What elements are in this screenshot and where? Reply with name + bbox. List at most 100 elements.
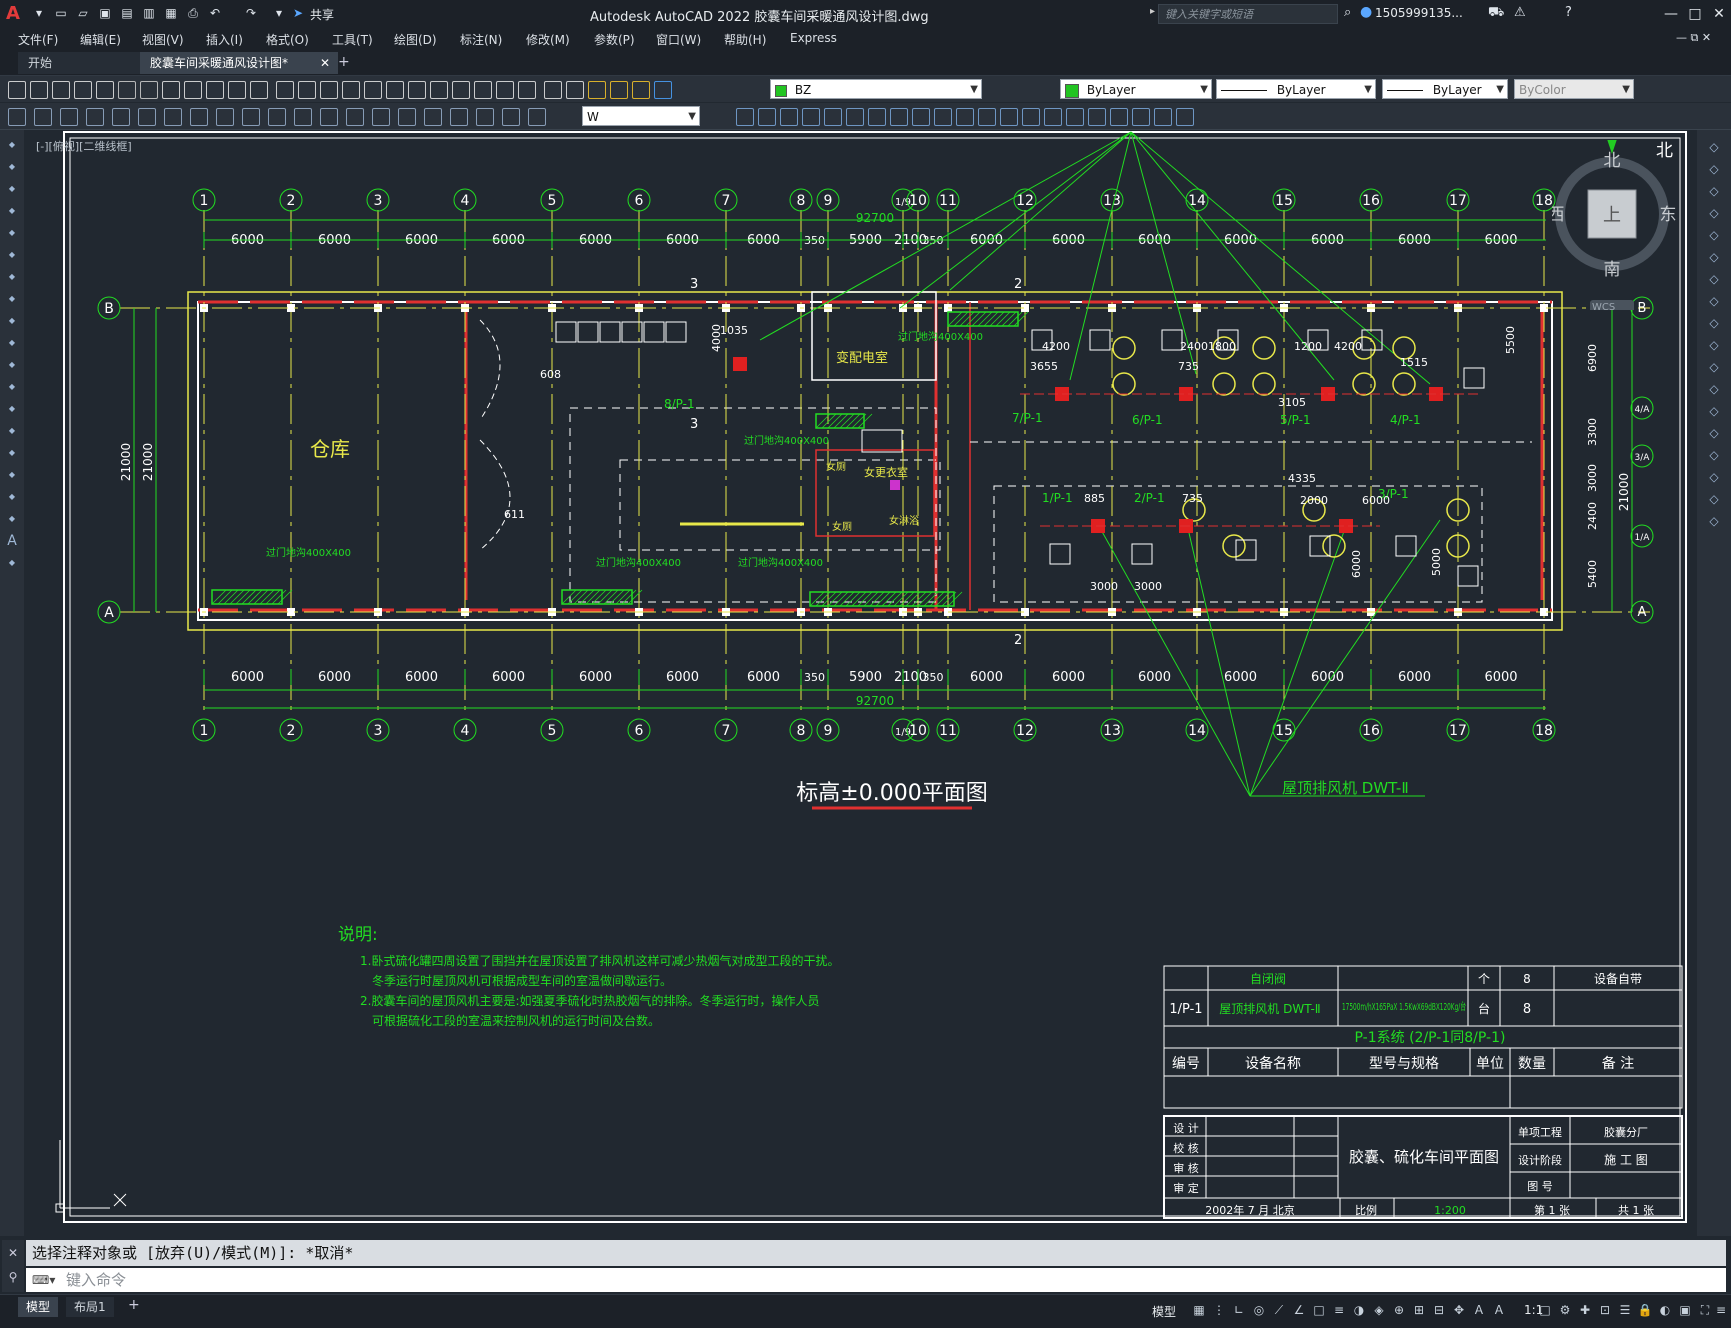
add-layout-icon[interactable]: + (128, 1297, 140, 1313)
rectangle-icon[interactable]: ◆ (5, 226, 19, 240)
maximize-icon[interactable]: □ (1684, 4, 1706, 24)
menu-window[interactable]: 窗口(W) (656, 31, 701, 48)
point-icon[interactable]: ◆ (5, 424, 19, 438)
open-web-icon[interactable]: ▥ (140, 5, 158, 21)
ellipse-arc-icon[interactable]: ◆ (5, 358, 19, 372)
array-icon[interactable]: ◇ (1707, 228, 1721, 242)
dim-quick-icon[interactable] (216, 108, 234, 126)
autodesk-app-icon[interactable]: ⚠ (1514, 5, 1526, 20)
polygon-icon[interactable]: ◆ (5, 204, 19, 218)
menu-draw[interactable]: 绘图(D) (394, 31, 437, 48)
cut-icon[interactable] (162, 81, 180, 99)
customize-qat-icon[interactable]: ▾ (270, 5, 288, 21)
modify-mirror-icon[interactable] (780, 108, 798, 126)
minimize-icon[interactable]: — (1660, 4, 1682, 24)
open-icon[interactable]: ▱ (74, 5, 92, 21)
layer-lock-icon[interactable] (632, 81, 650, 99)
copy-obj-icon[interactable]: ◇ (1707, 162, 1721, 176)
copy-icon[interactable] (184, 81, 202, 99)
modify-erase-icon[interactable] (736, 108, 754, 126)
pline-icon[interactable]: ◆ (5, 182, 19, 196)
dim-continue-icon[interactable] (268, 108, 286, 126)
spline-icon[interactable]: ◆ (5, 314, 19, 328)
linetype-dropdown[interactable]: ByLayer ▼ (1216, 79, 1376, 99)
region-icon[interactable]: ◆ (5, 490, 19, 504)
center-mark-icon[interactable] (372, 108, 390, 126)
modify-array-icon[interactable] (824, 108, 842, 126)
customize-command-icon[interactable]: ⚲ (2, 1270, 24, 1284)
isodraft-icon[interactable]: ⟋ (1270, 1301, 1288, 1319)
layer-color-icon[interactable] (654, 81, 672, 99)
open-icon[interactable] (30, 81, 48, 99)
auto-scale-icon[interactable]: Ａ (1490, 1301, 1508, 1319)
modify-move-icon[interactable] (846, 108, 864, 126)
gizmo-icon[interactable]: ✥ (1450, 1301, 1468, 1319)
jogged-linear-icon[interactable] (424, 108, 442, 126)
create-block-icon[interactable] (1110, 108, 1128, 126)
tab-start[interactable]: 开始 (18, 52, 148, 74)
close-tab-icon[interactable]: ✕ (320, 52, 330, 74)
publish-icon[interactable] (118, 81, 136, 99)
undo-icon[interactable] (276, 81, 294, 99)
command-input[interactable]: ⌨▾ 键入命令 (26, 1268, 1726, 1292)
viewport-controls[interactable]: [-][俯视][二维线框] (36, 138, 132, 154)
command-prompt-icon[interactable]: ⌨▾ (32, 1268, 55, 1292)
point-icon[interactable] (1132, 108, 1150, 126)
menu-insert[interactable]: 插入(I) (206, 31, 243, 48)
viewcube-east[interactable]: 东 (1660, 205, 1677, 225)
paste-icon[interactable] (206, 81, 224, 99)
color-dropdown[interactable]: ByLayer ▼ (1060, 79, 1212, 99)
lineweight-icon[interactable]: ≡ (1330, 1301, 1348, 1319)
table-icon[interactable]: ◆ (5, 512, 19, 526)
dim-angular-icon[interactable] (190, 108, 208, 126)
sheet-set-icon[interactable] (474, 81, 492, 99)
viewcube[interactable]: 北 南 东 西 上 (1548, 130, 1678, 314)
plot-icon[interactable]: ⎙ (184, 5, 202, 21)
design-center-icon[interactable] (430, 81, 448, 99)
doc-minimize-icon[interactable]: — ⧉ ✕ (1676, 31, 1711, 45)
tab-document[interactable]: 胶囊车间采暖通风设计图* ✕ (140, 52, 338, 74)
quick-properties-icon[interactable]: ☰ (1616, 1301, 1634, 1319)
dim-radius-icon[interactable] (112, 108, 130, 126)
dim-arc-icon[interactable] (60, 108, 78, 126)
make-block-icon[interactable]: ◆ (5, 402, 19, 416)
save-as-icon[interactable]: ▤ (118, 5, 136, 21)
customization-icon[interactable]: ≡ (1712, 1301, 1730, 1319)
isolate-icon[interactable]: ◐ (1656, 1301, 1674, 1319)
viewcube-north[interactable]: 北 (1604, 151, 1621, 171)
menu-modify[interactable]: 修改(M) (526, 31, 570, 48)
graphics-performance-icon[interactable]: ▣ (1676, 1301, 1694, 1319)
dim-aligned-icon[interactable] (34, 108, 52, 126)
trim-icon[interactable]: ◇ (1707, 338, 1721, 352)
line-icon[interactable]: ◆ (5, 138, 19, 152)
lineweight-dropdown[interactable]: ByLayer ▼ (1382, 79, 1508, 99)
redo-icon[interactable]: ↷ (242, 5, 260, 21)
rotate-icon[interactable]: ◇ (1707, 272, 1721, 286)
share-icon[interactable]: ➤ (288, 5, 308, 21)
break-icon[interactable]: ◇ (1707, 404, 1721, 418)
save-web-icon[interactable]: ▦ (162, 5, 180, 21)
tab-model[interactable]: 模型 (18, 1297, 59, 1317)
extend-icon[interactable]: ◇ (1707, 360, 1721, 374)
modify-break-icon[interactable] (978, 108, 996, 126)
annotation-visibility-icon[interactable]: Ａ (1470, 1301, 1488, 1319)
viewcube-west[interactable]: 西 (1548, 205, 1565, 225)
annotation-scale-icon[interactable]: □ (1536, 1301, 1554, 1319)
circle-icon[interactable]: ◆ (5, 270, 19, 284)
xline-icon[interactable]: ◆ (5, 160, 19, 174)
3d-osnap-icon[interactable]: ⊕ (1390, 1301, 1408, 1319)
dim-diameter-icon[interactable] (164, 108, 182, 126)
modify-copy-icon[interactable] (758, 108, 776, 126)
transparency-icon[interactable]: ◑ (1350, 1301, 1368, 1319)
zoom-previous-icon[interactable] (386, 81, 404, 99)
scale-icon[interactable]: ◇ (1707, 294, 1721, 308)
wcs-label[interactable]: WCS (1592, 302, 1615, 313)
viewcube-south[interactable]: 南 (1604, 260, 1621, 280)
zoom-realtime-icon[interactable] (342, 81, 360, 99)
drawing-canvas[interactable]: 1 2 3 4 5 6 7 8 9 1/9 10 11 12 13 14 15 16 17 18 123456789… (26, 130, 1694, 1236)
close-icon[interactable]: ✕ (1708, 4, 1730, 24)
tool-palettes-icon[interactable] (452, 81, 470, 99)
break-at-point-icon[interactable]: ◇ (1707, 382, 1721, 396)
menu-edit[interactable]: 编辑(E) (80, 31, 121, 48)
selection-filter-icon[interactable]: ⊟ (1430, 1301, 1448, 1319)
